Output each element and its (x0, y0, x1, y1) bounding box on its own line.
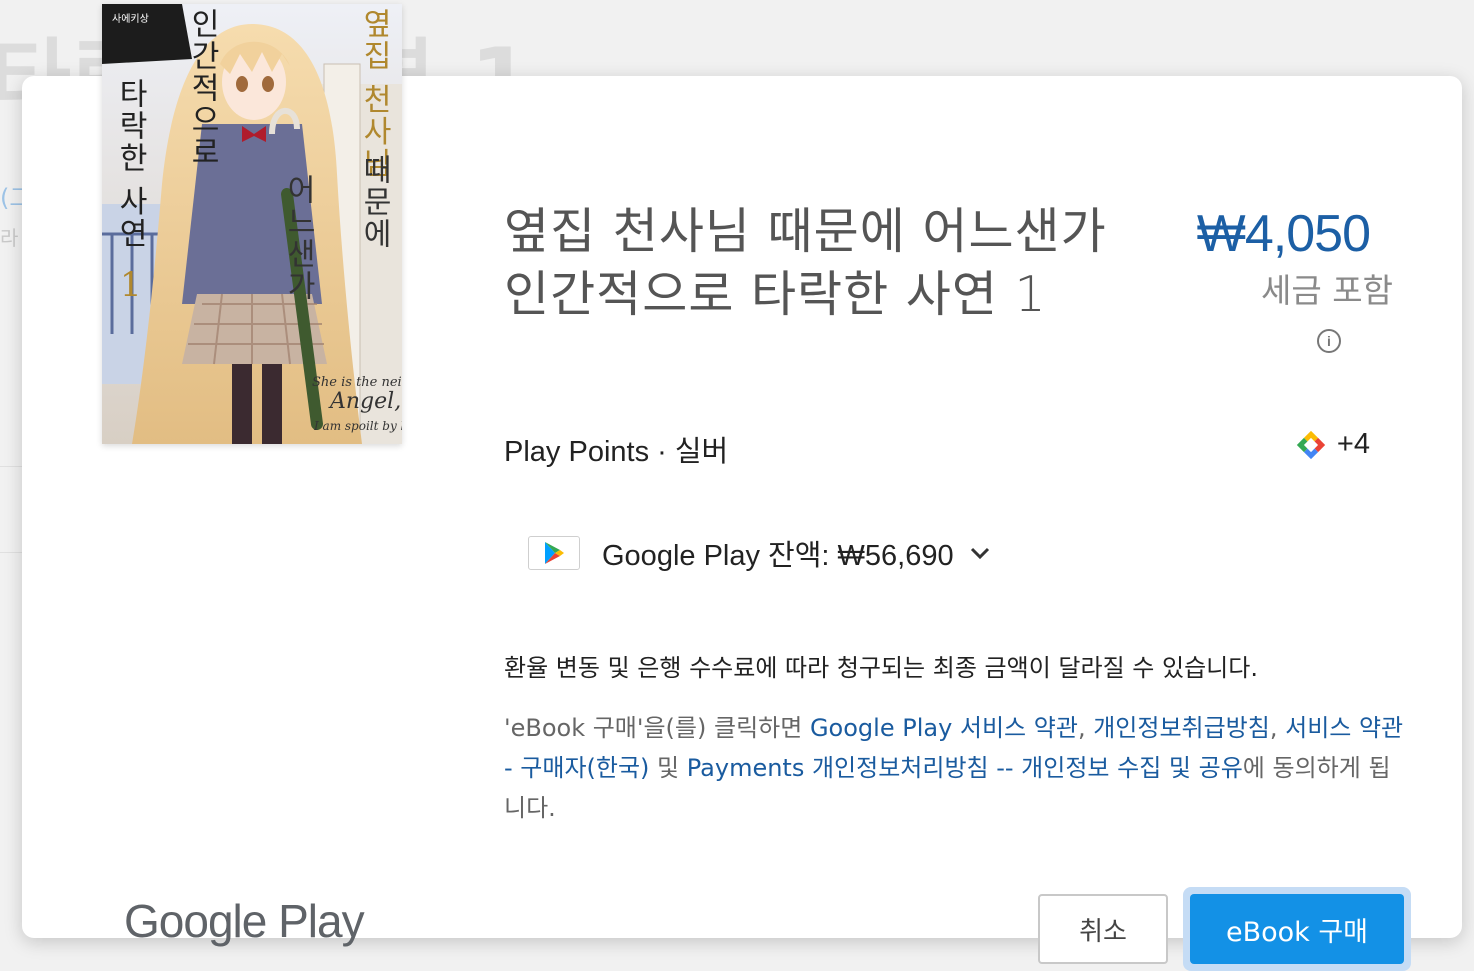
svg-text:때문에: 때문에 (357, 154, 392, 250)
svg-text:1: 1 (120, 265, 142, 305)
svg-text:인간적으로: 인간적으로 (185, 8, 220, 168)
google-play-balance-icon (528, 536, 580, 570)
svg-text:어느샌가: 어느샌가 (281, 174, 316, 302)
info-icon[interactable]: i (1317, 329, 1341, 353)
background-divider (0, 466, 22, 467)
svg-text:She is the neighbor: She is the neighbor (312, 375, 402, 390)
chevron-down-icon[interactable] (968, 541, 992, 565)
svg-text:I am spoilt by her.: I am spoilt by her. (313, 419, 402, 433)
play-points-earn: +4 (1295, 428, 1370, 461)
payment-method-label: Google Play 잔액: ₩56,690 (602, 540, 954, 572)
google-play-logo: Google Play (124, 895, 365, 947)
svg-text:Angel,: Angel, (328, 389, 401, 414)
buy-ebook-button[interactable]: eBook 구매 (1190, 894, 1404, 964)
payment-method-selector[interactable]: Google Play 잔액: ₩56,690 (528, 532, 992, 574)
tax-note: 세금 포함i (1252, 266, 1402, 366)
terms-link-privacy[interactable]: 개인정보취급방침 (1093, 714, 1270, 742)
svg-text:타락한 사연: 타락한 사연 (113, 78, 148, 250)
terms-link-play-service[interactable]: Google Play 서비스 약관 (810, 714, 1078, 742)
book-cover-image: 사에키상 옆집 천사님 때문에 어느샌가 인간적으로 타락한 사연 1 She … (102, 4, 402, 444)
price: ₩4,050 (1196, 205, 1371, 263)
svg-text:사에키상: 사에키상 (112, 13, 149, 25)
play-points-label: Play Points · 실버 (504, 436, 729, 468)
background-text-fragment: 라 (0, 226, 19, 250)
terms-text: 'eBook 구매'을(를) 클릭하면 Google Play 서비스 약관, … (504, 714, 1404, 822)
currency-notice: 환율 변동 및 은행 수수료에 따라 청구되는 최종 금액이 달라질 수 있습니… (504, 654, 1258, 682)
play-points-icon (1296, 430, 1326, 459)
background-divider (0, 552, 22, 553)
book-title: 옆집 천사님 때문에 어느샌가 인간적으로 타락한 사연 1 (504, 203, 1107, 323)
terms-link-payments-privacy[interactable]: Payments 개인정보처리방침 -- 개인정보 수집 및 공유 (687, 754, 1243, 782)
cancel-button[interactable]: 취소 (1038, 894, 1168, 964)
